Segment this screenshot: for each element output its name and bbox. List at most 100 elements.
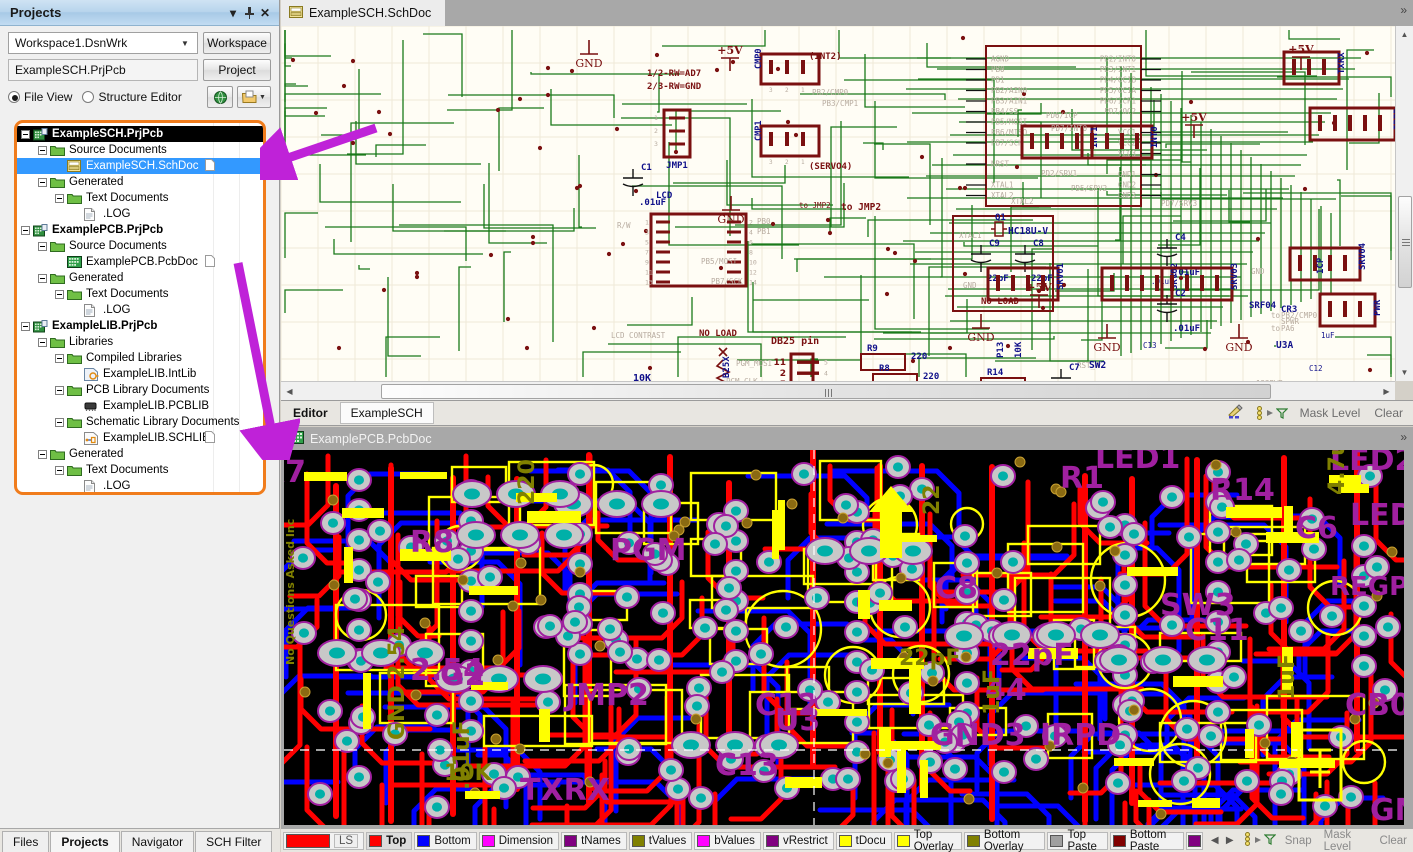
globe-icon-button[interactable] xyxy=(207,86,233,108)
tree-expander-icon[interactable] xyxy=(38,274,47,283)
tree-expander-icon[interactable] xyxy=(21,322,30,331)
schematic-vertical-scrollbar[interactable]: ▲ ▼ xyxy=(1395,26,1413,381)
tree-item[interactable]: Generated xyxy=(17,446,263,462)
svg-text:R8: R8 xyxy=(879,364,890,374)
layer-stack-icon[interactable] xyxy=(1243,832,1252,849)
svg-text:PB2/AIN0: PB2/AIN0 xyxy=(991,86,1028,95)
tree-expander-icon[interactable] xyxy=(55,386,64,395)
expand-panels-icon-bottom[interactable]: » xyxy=(1400,430,1407,444)
mask-filter-icon[interactable] xyxy=(1251,406,1292,420)
expand-panels-icon-top[interactable]: » xyxy=(1400,3,1407,17)
layer-chip-tdocu[interactable]: tDocu xyxy=(836,832,892,850)
tree-item[interactable]: Source Documents xyxy=(17,238,263,254)
layer-chip-top[interactable]: Top xyxy=(366,832,412,850)
prev-layer-arrow[interactable]: ◀ xyxy=(1208,835,1222,846)
play-icon[interactable] xyxy=(1254,834,1262,848)
snap-button[interactable]: Snap xyxy=(1279,835,1318,847)
tree-item[interactable]: Schematic Library Documents xyxy=(17,414,263,430)
tree-item[interactable]: ExamplePCB.PrjPcb xyxy=(17,222,263,238)
radio-structure-editor[interactable]: Structure Editor xyxy=(82,90,181,104)
tree-expander-icon[interactable] xyxy=(55,418,64,427)
editor-tab-editor[interactable]: Editor xyxy=(283,402,338,424)
tree-expander-icon[interactable] xyxy=(55,354,64,363)
tree-expander-icon[interactable] xyxy=(55,290,64,299)
project-tree[interactable]: ExampleSCH.PrjPcbSource DocumentsExample… xyxy=(17,123,263,494)
layer-chip-tvalues[interactable]: tValues xyxy=(629,832,693,850)
panel-tab-files[interactable]: Files xyxy=(2,831,49,852)
editor-tab-examplesch[interactable]: ExampleSCH xyxy=(340,402,434,424)
panel-tab-sch-filter[interactable]: SCH Filter xyxy=(195,831,272,852)
layer-chip-top-overlay[interactable]: Top Overlay xyxy=(894,832,962,850)
layer-chip-top-paste[interactable]: Top Paste xyxy=(1047,832,1107,850)
tree-expander-icon[interactable] xyxy=(21,226,30,235)
project-button[interactable]: Project xyxy=(203,59,271,81)
tree-item[interactable]: ExampleLIB.PrjPcb xyxy=(17,318,263,334)
pin-icon[interactable] xyxy=(241,5,257,21)
tree-item[interactable]: .LOG xyxy=(17,206,263,222)
schematic-horizontal-scrollbar[interactable]: ◀ ▶ xyxy=(281,381,1395,400)
tree-item[interactable]: ExamplePCB.PcbDoc xyxy=(17,254,263,270)
svg-text:4: 4 xyxy=(824,370,828,378)
tree-expander-icon[interactable] xyxy=(21,130,30,139)
layer-color-swatch xyxy=(766,835,779,847)
layer-chip-extra[interactable] xyxy=(1186,832,1203,850)
tree-item[interactable]: Generated xyxy=(17,270,263,286)
layer-chip-bvalues[interactable]: bValues xyxy=(694,832,761,850)
tree-expander-icon[interactable] xyxy=(55,194,64,203)
scroll-up-arrow[interactable]: ▲ xyxy=(1396,26,1413,43)
schematic-canvas[interactable]: AGNDPB0PB1PB2/AIN0PB3/AIN1PB4/SSPB5/MOSI… xyxy=(281,26,1395,381)
tree-item[interactable]: ExampleLIB.PCBLIB xyxy=(17,398,263,414)
layer-chip-bottom-paste[interactable]: Bottom Paste xyxy=(1110,832,1184,850)
tree-expander-icon[interactable] xyxy=(38,450,47,459)
tree-item[interactable]: PCB Library Documents xyxy=(17,382,263,398)
tree-item[interactable]: Libraries xyxy=(17,334,263,350)
filter-icon[interactable] xyxy=(1264,833,1276,848)
layer-chip-bottom-overlay[interactable]: Bottom Overlay xyxy=(964,832,1046,850)
close-icon[interactable]: ✕ xyxy=(257,5,273,21)
scroll-thumb[interactable] xyxy=(1398,196,1412,288)
clear-button[interactable]: Clear xyxy=(1368,406,1409,420)
tree-item[interactable]: .LOG xyxy=(17,302,263,318)
schematic-drawing: AGNDPB0PB1PB2/AIN0PB3/AIN1PB4/SSPB5/MOSI… xyxy=(281,26,1395,381)
layer-chip-tnames[interactable]: tNames xyxy=(561,832,627,850)
tree-item[interactable]: ExampleSCH.PrjPcb xyxy=(17,126,263,142)
tree-item[interactable]: ExampleSCH.SchDoc xyxy=(17,158,263,174)
scroll-left-arrow[interactable]: ◀ xyxy=(281,383,298,400)
project-field[interactable]: ExampleSCH.PrjPcb xyxy=(8,59,198,81)
workspace-select[interactable]: Workspace1.DsnWrk ▼ xyxy=(8,32,198,54)
tree-item[interactable]: Compiled Libraries xyxy=(17,350,263,366)
tree-item[interactable]: Generated xyxy=(17,174,263,190)
tree-item[interactable]: Text Documents xyxy=(17,286,263,302)
pcb-canvas[interactable]: R7R8R14R1JMP2TXRXPGMC8C6C12C13C11U3SW3LE… xyxy=(284,450,1404,825)
pencil-icon[interactable] xyxy=(1220,404,1249,422)
tree-item[interactable]: ExampleLIB.IntLib xyxy=(17,366,263,382)
clear-button[interactable]: Clear xyxy=(1374,835,1413,847)
layer-chip-dimension[interactable]: Dimension xyxy=(479,832,559,850)
scroll-right-arrow[interactable]: ▶ xyxy=(1378,383,1395,400)
chevron-down-icon[interactable]: ▾ xyxy=(225,5,241,21)
tree-expander-icon[interactable] xyxy=(55,466,64,475)
mask-level-label[interactable]: Mask Level xyxy=(1294,406,1367,420)
tree-expander-icon[interactable] xyxy=(38,178,47,187)
tab-example-sch-doc[interactable]: ExampleSCH.SchDoc xyxy=(281,0,445,26)
tree-item[interactable]: ExampleLIB.SCHLIB xyxy=(17,430,263,446)
tree-expander-icon[interactable] xyxy=(38,338,47,347)
layer-chip-vrestrict[interactable]: vRestrict xyxy=(763,832,834,850)
panel-tab-projects[interactable]: Projects xyxy=(50,831,119,852)
mask-level-button[interactable]: Mask Level xyxy=(1318,829,1374,852)
scroll-down-arrow[interactable]: ▼ xyxy=(1396,364,1413,381)
radio-file-view[interactable]: File View xyxy=(8,90,72,104)
panel-tab-navigator[interactable]: Navigator xyxy=(121,831,194,852)
scroll-thumb[interactable] xyxy=(381,384,1271,399)
workspace-button[interactable]: Workspace xyxy=(203,32,271,54)
tree-item[interactable]: Text Documents xyxy=(17,462,263,478)
tree-expander-icon[interactable] xyxy=(38,146,47,155)
tree-item[interactable]: Source Documents xyxy=(17,142,263,158)
tree-item[interactable]: Text Documents xyxy=(17,190,263,206)
open-document-icon-button[interactable]: ▼ xyxy=(237,86,271,108)
layer-set-chip[interactable]: LS xyxy=(283,832,364,850)
tree-item[interactable]: .LOG xyxy=(17,478,263,494)
layer-chip-bottom[interactable]: Bottom xyxy=(414,832,476,850)
tree-expander-icon[interactable] xyxy=(38,242,47,251)
next-layer-arrow[interactable]: ▶ xyxy=(1223,835,1237,846)
